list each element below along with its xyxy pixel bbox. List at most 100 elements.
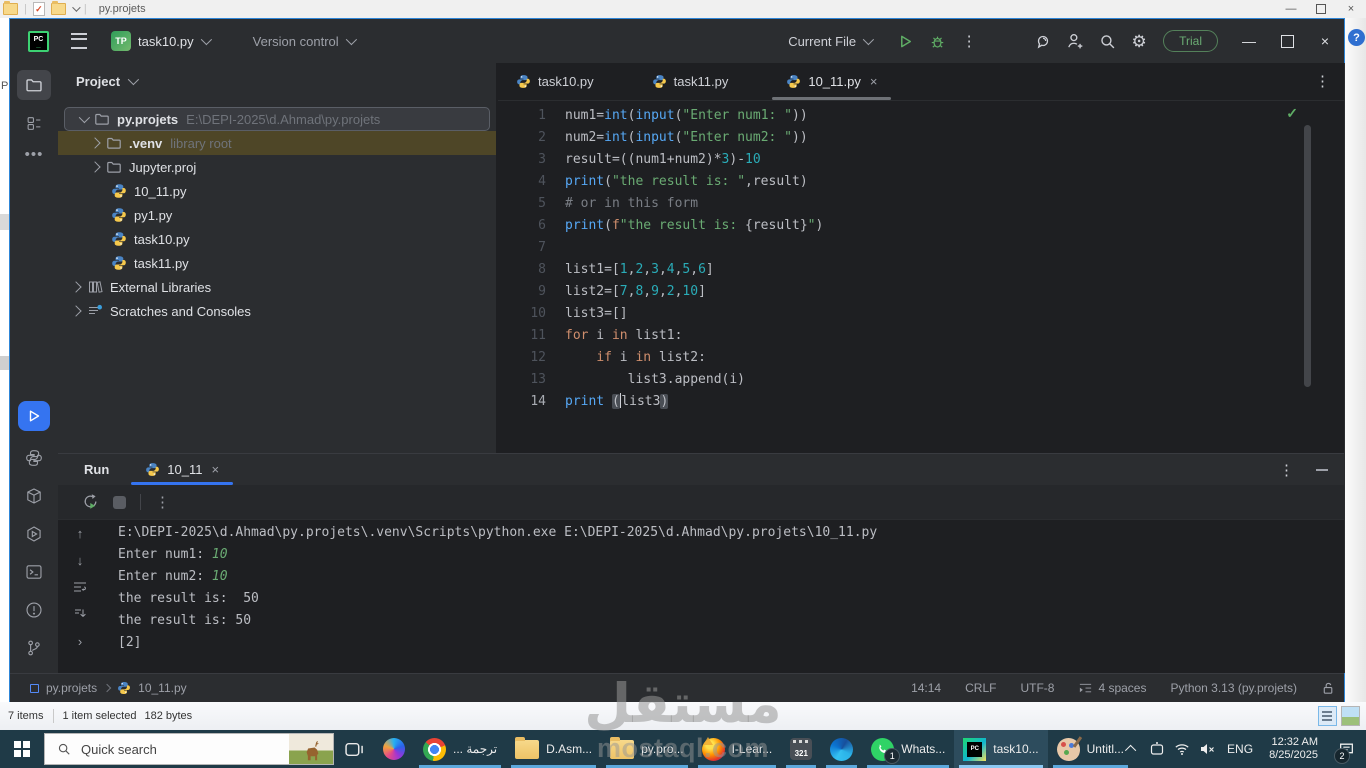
console-output[interactable]: E:\DEPI-2025\d.Ahmad\py.projets\.venv\Sc… (118, 522, 877, 654)
copilot-button[interactable] (374, 730, 414, 768)
tree-chevron-icon[interactable] (89, 161, 101, 173)
project-tool-button[interactable] (17, 70, 51, 100)
taskbar-clock[interactable]: 12:32 AM 8/25/2025 (1261, 736, 1326, 762)
quick-access-dropdown-icon[interactable] (72, 3, 81, 12)
taskbar-app-whatsapp[interactable]: 1 Whats... (862, 730, 954, 768)
quick-access-newfolder-icon[interactable] (50, 1, 66, 15)
status-widget-python-3-13-py-projets-[interactable]: Python 3.13 (py.projets) (1170, 681, 1297, 695)
breadcrumb[interactable]: py.projets 10_11.py (30, 681, 187, 695)
taskbar-app-folder[interactable]: D.Asm... (506, 730, 601, 768)
python-packages-tool-button[interactable] (17, 481, 51, 511)
tree-item-.venv[interactable]: .venv library root (58, 131, 496, 155)
run-tab[interactable]: 10_11 × (131, 454, 233, 485)
services-tool-button[interactable] (17, 519, 51, 549)
editor-tab-10_11.py[interactable]: 10_11.py × (770, 63, 893, 100)
taskbar-app-folder[interactable]: py.pro... (601, 730, 692, 768)
more-tools-button[interactable]: ••• (10, 146, 58, 163)
debug-button[interactable] (921, 19, 953, 63)
tree-item-Jupyter.proj[interactable]: Jupyter.proj (58, 155, 496, 179)
status-widget-4-spaces[interactable]: 4 spaces (1078, 681, 1146, 696)
ai-assistant-icon[interactable] (1027, 19, 1059, 63)
editor-tab-task10.py[interactable]: task10.py (500, 63, 610, 100)
explorer-right-edge (1345, 18, 1366, 702)
console-expand-icon[interactable]: › (78, 632, 82, 650)
notification-center-button[interactable]: 2 (1326, 730, 1366, 768)
editor-tab-task11.py[interactable]: task11.py (636, 63, 745, 100)
tree-item-External-Libraries[interactable]: External Libraries (58, 275, 496, 299)
tray-chevron-up-icon[interactable] (1119, 730, 1144, 768)
language-indicator[interactable]: ENG (1219, 742, 1261, 756)
search-everywhere-icon[interactable] (1091, 19, 1123, 63)
rerun-button[interactable] (82, 493, 99, 511)
console-softwrap-icon[interactable] (72, 578, 88, 596)
breadcrumb-file[interactable]: 10_11.py (138, 681, 187, 695)
python-console-tool-button[interactable] (17, 443, 51, 473)
tree-chevron-icon[interactable] (89, 137, 101, 149)
taskbar-app-chrome[interactable]: ... ترجمة (414, 730, 506, 768)
help-button[interactable]: ? (1348, 29, 1365, 46)
project-widget[interactable]: TP task10.py (111, 31, 212, 51)
run-panel-options-icon[interactable]: ⋮ (1279, 461, 1294, 479)
explorer-close-button[interactable]: × (1336, 0, 1366, 18)
run-panel-minimize-icon[interactable] (1316, 468, 1328, 471)
quick-access-properties-icon[interactable]: ✓ (32, 2, 45, 16)
tree-item-10_11.py[interactable]: 10_11.py (58, 179, 496, 203)
explorer-minimize-button[interactable]: — (1276, 0, 1306, 18)
run-button[interactable] (889, 19, 921, 63)
editor-scrollbar[interactable] (1304, 125, 1311, 387)
console-up-icon[interactable]: ↑ (77, 524, 84, 542)
run-tab-close-icon[interactable]: × (211, 462, 219, 477)
pycharm-minimize-button[interactable]: — (1230, 19, 1268, 63)
run-configuration-selector[interactable]: Current File (788, 34, 875, 49)
tray-cast-icon[interactable] (1144, 730, 1169, 768)
pycharm-maximize-button[interactable] (1268, 19, 1306, 63)
status-widget-crlf[interactable]: CRLF (965, 681, 996, 695)
trial-badge[interactable]: Trial (1163, 30, 1218, 52)
tree-chevron-icon[interactable] (78, 111, 91, 124)
explorer-restore-button[interactable] (1306, 0, 1336, 18)
tree-item-py1.py[interactable]: py1.py (58, 203, 496, 227)
problems-tool-button[interactable] (17, 595, 51, 625)
vcs-widget[interactable]: Version control (253, 34, 357, 49)
taskbar-app-firefox[interactable]: I-Lear... (693, 730, 782, 768)
pycharm-close-button[interactable]: × (1306, 19, 1344, 63)
search-highlight-image[interactable] (289, 734, 333, 764)
taskbar-app-edge[interactable] (821, 730, 862, 768)
tree-item-py.projets[interactable]: py.projets E:\DEPI-2025\d.Ahmad\py.projet… (64, 107, 490, 131)
taskbar-search-box[interactable]: Quick search (44, 733, 334, 765)
run-toolbar-options-icon[interactable]: ⋮ (155, 493, 170, 511)
console-scroll-end-icon[interactable] (72, 605, 88, 623)
console-down-icon[interactable]: ↓ (77, 551, 84, 569)
start-button[interactable] (0, 730, 44, 768)
tab-close-icon[interactable]: × (870, 74, 878, 89)
inspections-ok-icon[interactable]: ✓ (1286, 105, 1298, 122)
details-view-button[interactable] (1318, 706, 1337, 726)
run-tool-button[interactable] (18, 401, 50, 431)
status-widget-14-14[interactable]: 14:14 (911, 681, 941, 695)
more-run-options-icon[interactable]: ⋮ (953, 19, 985, 63)
terminal-tool-button[interactable] (17, 557, 51, 587)
taskbar-app-pycharm[interactable]: PC task10... (954, 730, 1048, 768)
taskbar-app-mpc[interactable]: 321 (781, 730, 821, 768)
tree-chevron-icon[interactable] (70, 305, 82, 317)
tree-item-Scratches-and-Consoles[interactable]: Scratches and Consoles (58, 299, 496, 323)
status-widget-utf-8[interactable]: UTF-8 (1020, 681, 1054, 695)
version-control-tool-button[interactable] (17, 633, 51, 663)
code-with-me-icon[interactable] (1059, 19, 1091, 63)
thumbnail-view-button[interactable] (1341, 706, 1360, 726)
editor-options-icon[interactable]: ⋮ (1315, 72, 1330, 90)
task-view-button[interactable] (334, 730, 374, 768)
tree-chevron-icon[interactable] (70, 281, 82, 293)
tree-item-task11.py[interactable]: task11.py (58, 251, 496, 275)
status-widget-unlock[interactable] (1321, 681, 1336, 696)
wifi-icon[interactable] (1169, 730, 1194, 768)
code-area[interactable]: num1=int(input("Enter num1: ")) num2=int(… (565, 105, 823, 413)
main-menu-button[interactable] (71, 33, 87, 49)
project-panel-header[interactable]: Project (58, 63, 496, 99)
settings-gear-icon[interactable]: ⚙ (1123, 19, 1155, 63)
tree-item-task10.py[interactable]: task10.py (58, 227, 496, 251)
volume-muted-icon[interactable] (1194, 730, 1219, 768)
structure-tool-button[interactable] (17, 108, 51, 138)
breadcrumb-project[interactable]: py.projets (46, 681, 97, 695)
stop-button[interactable] (113, 495, 126, 509)
